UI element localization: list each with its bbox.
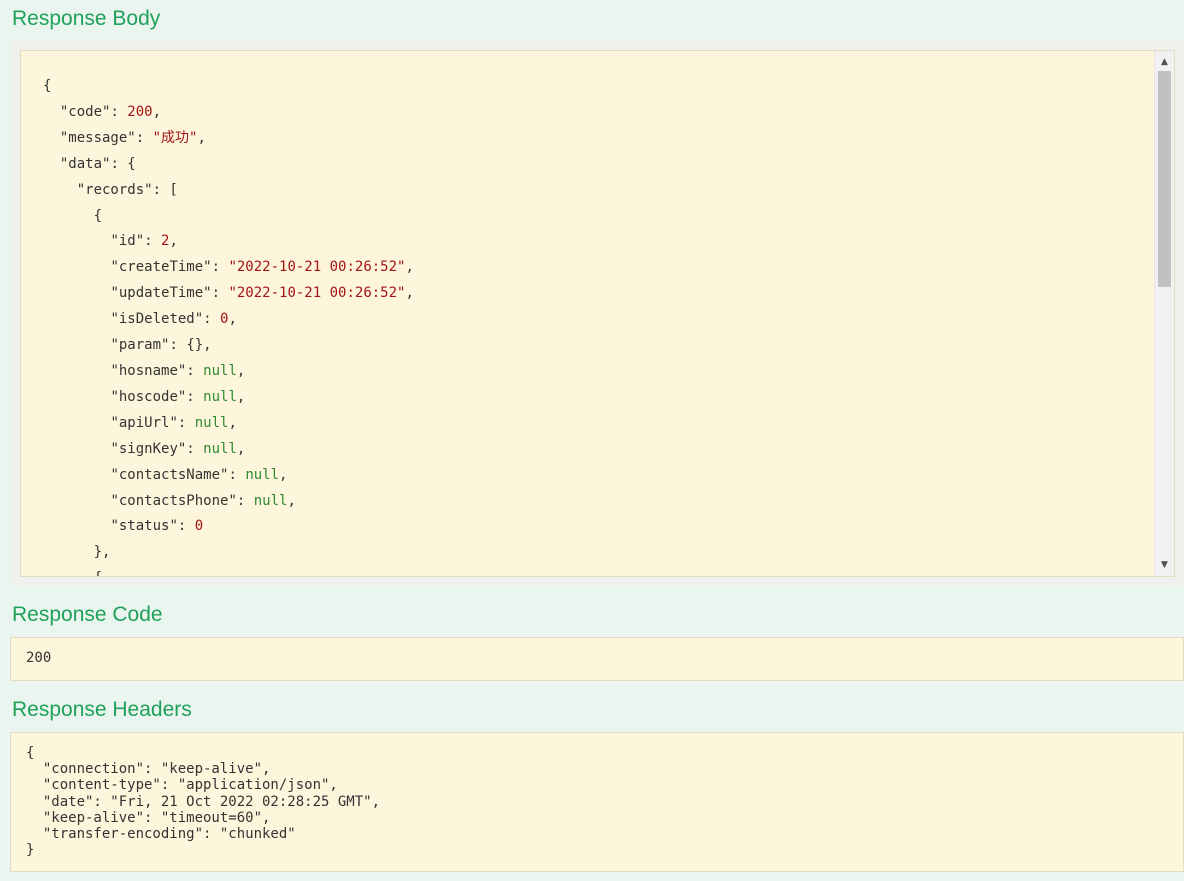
json-key: "param" [110,337,170,354]
scroll-up-icon[interactable]: ▲ [1155,53,1174,71]
response-code-title: Response Code [12,603,163,626]
json-null: null [203,362,237,379]
json-key: "data" [59,155,111,172]
scrollbar-thumb[interactable] [1158,71,1171,287]
json-string: "2022-10-21 00:26:52" [228,259,406,276]
json-null: null [245,466,280,483]
json-key: "updateTime" [110,285,212,302]
json-key: "id" [110,233,145,250]
json-object: {} [186,337,204,354]
response-body-container: { "code": 200, "message": "成功", "data": … [10,40,1184,586]
response-body-scrollbar[interactable]: ▲ ▼ [1154,51,1174,576]
json-key: "message" [59,129,136,146]
json-string: "2022-10-21 00:26:52" [228,285,406,302]
response-headers-title: Response Headers [12,698,192,721]
json-null: null [203,440,237,457]
json-number: 0 [194,518,204,535]
json-key: "hosname" [110,362,187,379]
scroll-down-icon[interactable]: ▼ [1155,556,1174,574]
json-null: null [203,388,237,405]
record-fields: "id": 2, "createTime": "2022-10-21 00:26… [110,233,414,535]
response-body-title: Response Body [12,7,161,30]
json-key: "records" [76,181,153,198]
json-key: "signKey" [110,440,187,457]
json-number: 2 [161,233,170,250]
json-null: null [253,492,288,509]
json-number: 0 [220,311,229,328]
json-key: "contactsPhone" [110,492,237,509]
json-null: null [194,414,229,431]
json-number: 200 [127,103,153,120]
json-key: "hoscode" [110,388,187,405]
json-key: "status" [110,518,178,535]
response-headers-panel: { "connection": "keep-alive", "content-t… [10,732,1184,872]
json-key: "contactsName" [110,466,229,483]
response-body-json: { "code": 200, "message": "成功", "data": … [43,78,414,576]
json-key: "createTime" [110,259,212,276]
response-body-panel[interactable]: { "code": 200, "message": "成功", "data": … [20,50,1175,577]
response-code-panel: 200 [10,637,1184,681]
json-string: "成功" [152,129,198,146]
response-headers-json: { "connection": "keep-alive", "content-t… [26,745,381,859]
response-code-value: 200 [26,650,52,666]
json-key: "isDeleted" [110,311,204,328]
json-key: "code" [59,103,111,120]
json-key: "apiUrl" [110,414,178,431]
